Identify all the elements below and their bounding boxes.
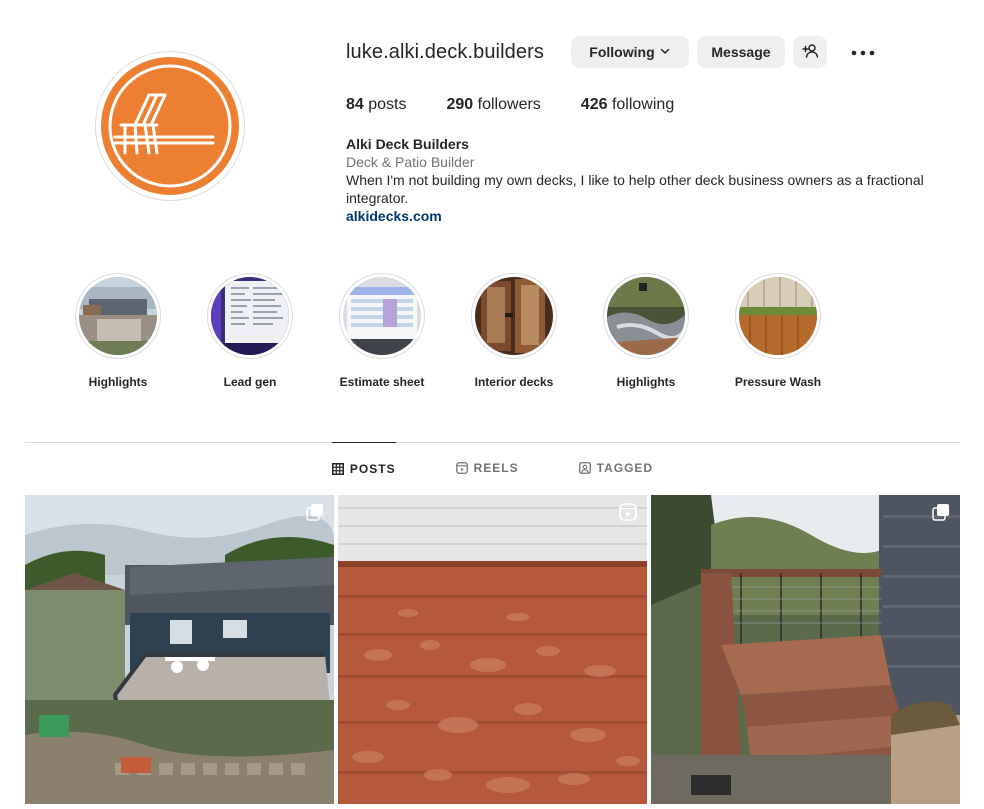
tab-tagged-label: TAGGED: [596, 461, 654, 475]
message-button-label: Message: [711, 44, 771, 60]
profile-stats: 84 posts 290 followers 426 following: [346, 96, 714, 114]
highlight-cover: [607, 277, 685, 355]
highlight-ring: [603, 273, 689, 359]
highlight-ring: [207, 273, 293, 359]
reel-icon: [619, 503, 637, 526]
highlight-label: Highlights: [88, 375, 148, 389]
followers-count-label: followers: [477, 96, 541, 113]
post-photo: [651, 495, 960, 804]
highlight-item[interactable]: Highlights: [580, 273, 712, 389]
profile-display-name: Alki Deck Builders: [346, 136, 469, 152]
deck-logo-icon: [101, 57, 239, 195]
followers-link[interactable]: 290 followers: [447, 96, 541, 114]
following-button-label: Following: [589, 44, 655, 60]
highlight-label: Interior decks: [474, 375, 554, 389]
profile-category: Deck & Patio Builder: [346, 154, 475, 170]
post-tile[interactable]: [25, 495, 334, 804]
profile-username[interactable]: luke.alki.deck.builders: [346, 41, 544, 64]
following-link[interactable]: 426 following: [581, 96, 674, 114]
following-button[interactable]: Following: [570, 36, 689, 68]
posts-count-label: posts: [368, 96, 407, 113]
highlight-label: Highlights: [616, 375, 676, 389]
posts-grid: [25, 495, 960, 804]
highlight-ring: [735, 273, 821, 359]
highlight-cover: [343, 277, 421, 355]
tab-reels-label: REELS: [473, 461, 519, 475]
posts-count-value: 84: [346, 96, 364, 113]
message-button[interactable]: Message: [696, 36, 785, 68]
grid-icon: [331, 462, 344, 475]
highlight-item[interactable]: Pressure Wash: [712, 273, 844, 389]
highlight-label: Estimate sheet: [339, 375, 425, 389]
carousel-icon: [932, 503, 950, 526]
followers-count-value: 290: [446, 96, 474, 113]
tagged-icon: [578, 462, 591, 474]
highlight-label: Pressure Wash: [734, 375, 822, 389]
tab-reels[interactable]: REELS: [455, 442, 519, 494]
highlight-cover: [211, 277, 289, 355]
highlight-cover: [475, 277, 553, 355]
highlight-cover: [739, 277, 817, 355]
tab-tagged[interactable]: TAGGED: [578, 442, 654, 494]
highlight-item[interactable]: Estimate sheet: [316, 273, 448, 389]
more-options-icon: [851, 43, 875, 61]
following-count-label: following: [611, 96, 675, 113]
tab-posts[interactable]: POSTS: [331, 442, 396, 494]
suggested-users-button[interactable]: [792, 36, 827, 68]
tab-posts-label: POSTS: [349, 461, 396, 476]
post-tile[interactable]: [651, 495, 960, 804]
following-count-value: 426: [580, 96, 608, 113]
highlight-label: Lead gen: [223, 375, 277, 389]
story-highlights: Highlights Lead gen Estimate sheet Inter…: [52, 273, 844, 389]
post-photo: [25, 495, 334, 804]
profile-tabs: POSTS REELS TAGGED: [25, 442, 960, 494]
highlight-item[interactable]: Interior decks: [448, 273, 580, 389]
posts-count: 84 posts: [346, 96, 407, 114]
post-photo: [338, 495, 647, 804]
profile-avatar[interactable]: [95, 51, 245, 201]
chevron-down-icon: [659, 44, 671, 60]
profile-bio-text: When I'm not building my own decks, I li…: [346, 172, 924, 206]
profile-website-link[interactable]: alkidecks.com: [346, 207, 936, 225]
post-tile[interactable]: [338, 495, 647, 804]
carousel-icon: [306, 503, 324, 526]
highlight-ring: [75, 273, 161, 359]
highlight-item[interactable]: Lead gen: [184, 273, 316, 389]
more-options-button[interactable]: [843, 36, 883, 68]
highlight-cover: [79, 277, 157, 355]
reels-icon: [455, 462, 468, 474]
highlight-item[interactable]: Highlights: [52, 273, 184, 389]
add-user-icon: [802, 43, 819, 62]
highlight-ring: [471, 273, 557, 359]
profile-bio: Alki Deck Builders Deck & Patio Builder …: [346, 135, 936, 225]
highlight-ring: [339, 273, 425, 359]
